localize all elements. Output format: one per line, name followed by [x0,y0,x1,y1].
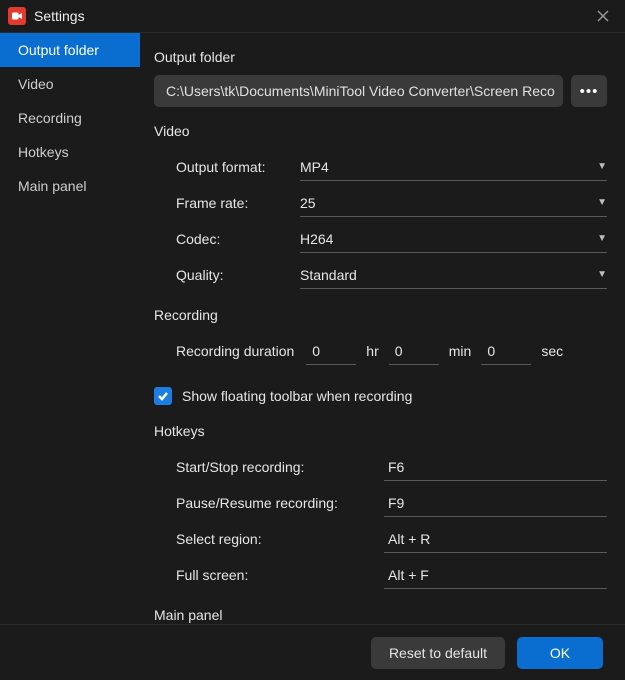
field-label: Output format: [176,159,300,175]
hotkey-pause-resume-input[interactable]: F9 [384,489,607,517]
hotkey-label: Start/Stop recording: [176,459,384,475]
hotkey-select-region-input[interactable]: Alt + R [384,525,607,553]
sidebar-item-recording[interactable]: Recording [0,101,140,135]
close-button[interactable] [589,2,617,30]
section-title-video: Video [154,123,607,139]
output-folder-path[interactable]: C:\Users\tk\Documents\MiniTool Video Con… [154,75,563,107]
video-fields: Output format: MP4 ▼ Frame rate: 25 ▼ [154,149,607,293]
field-label: Frame rate: [176,195,300,211]
recording-duration-label: Recording duration [176,343,294,359]
sidebar-item-label: Main panel [18,178,87,194]
show-toolbar-label: Show floating toolbar when recording [182,388,412,404]
unit-min: min [449,343,472,359]
field-quality: Quality: Standard ▼ [176,257,607,293]
hotkey-select-region: Select region: Alt + R [154,521,607,557]
sidebar-item-label: Video [18,76,54,92]
hotkey-value: Alt + F [388,567,429,583]
hotkey-start-stop-input[interactable]: F6 [384,453,607,481]
app-icon [8,7,26,25]
hotkey-full-screen: Full screen: Alt + F [154,557,607,593]
unit-hr: hr [366,343,378,359]
sidebar-item-label: Hotkeys [18,144,69,160]
sidebar: Output folder Video Recording Hotkeys Ma… [0,33,140,624]
hotkey-value: F6 [388,459,404,475]
sidebar-item-label: Recording [18,110,82,126]
section-title-recording: Recording [154,307,607,323]
body: Output folder Video Recording Hotkeys Ma… [0,32,625,625]
output-folder-row: C:\Users\tk\Documents\MiniTool Video Con… [154,75,607,107]
field-codec: Codec: H264 ▼ [176,221,607,257]
hotkey-label: Full screen: [176,567,384,583]
titlebar: Settings [0,0,625,32]
browse-button[interactable]: ••• [571,75,607,107]
section-title-hotkeys: Hotkeys [154,423,607,439]
sidebar-item-video[interactable]: Video [0,67,140,101]
quality-select[interactable]: Standard ▼ [300,261,607,289]
field-frame-rate: Frame rate: 25 ▼ [176,185,607,221]
ok-button[interactable]: OK [517,637,603,669]
sidebar-item-main-panel[interactable]: Main panel [0,169,140,203]
duration-min-input[interactable] [389,337,439,365]
settings-window: Settings Output folder Video Recording H… [0,0,625,680]
hotkey-label: Select region: [176,531,384,547]
section-title-main-panel: Main panel [154,607,607,623]
hotkey-pause-resume: Pause/Resume recording: F9 [154,485,607,521]
reset-button[interactable]: Reset to default [371,637,505,669]
show-toolbar-checkbox[interactable] [154,387,172,405]
sidebar-item-output-folder[interactable]: Output folder [0,33,140,67]
check-icon [157,390,169,402]
sidebar-item-hotkeys[interactable]: Hotkeys [0,135,140,169]
section-title-output-folder: Output folder [154,49,607,65]
hotkey-label: Pause/Resume recording: [176,495,384,511]
content: Output folder C:\Users\tk\Documents\Mini… [140,33,625,624]
hotkey-full-screen-input[interactable]: Alt + F [384,561,607,589]
chevron-down-icon: ▼ [597,197,607,208]
recording-duration-row: Recording duration hr min sec [154,333,607,369]
chevron-down-icon: ▼ [597,269,607,280]
select-value: Standard [300,267,357,283]
sidebar-item-label: Output folder [18,42,99,58]
field-output-format: Output format: MP4 ▼ [176,149,607,185]
select-value: 25 [300,195,316,211]
close-icon [597,10,609,22]
window-title: Settings [34,8,85,24]
footer: Reset to default OK [0,625,625,680]
hotkey-start-stop: Start/Stop recording: F6 [154,449,607,485]
frame-rate-select[interactable]: 25 ▼ [300,189,607,217]
show-toolbar-row: Show floating toolbar when recording [154,387,607,405]
duration-sec-input[interactable] [481,337,531,365]
unit-sec: sec [541,343,563,359]
hotkey-value: F9 [388,495,404,511]
select-value: MP4 [300,159,329,175]
ellipsis-icon: ••• [580,83,599,100]
output-format-select[interactable]: MP4 ▼ [300,153,607,181]
hotkey-value: Alt + R [388,531,430,547]
chevron-down-icon: ▼ [597,161,607,172]
content-scroll[interactable]: Output folder C:\Users\tk\Documents\Mini… [140,33,625,624]
field-label: Quality: [176,267,300,283]
field-label: Codec: [176,231,300,247]
duration-hr-input[interactable] [306,337,356,365]
select-value: H264 [300,231,333,247]
chevron-down-icon: ▼ [597,233,607,244]
codec-select[interactable]: H264 ▼ [300,225,607,253]
camera-icon [12,11,22,21]
